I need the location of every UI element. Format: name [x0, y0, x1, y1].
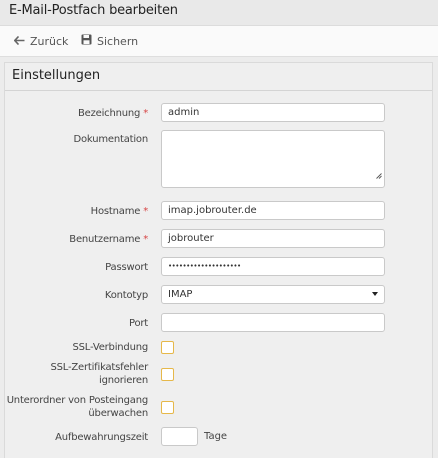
port-label: Port	[128, 318, 148, 329]
dokumentation-label: Dokumentation	[73, 134, 149, 145]
floppy-disk-icon	[81, 34, 97, 48]
settings-panel: Einstellungen Bezeichnung * admin Dokumen…	[4, 62, 433, 458]
bezeichnung-label: Bezeichnung *	[78, 107, 148, 120]
hostname-input[interactable]: imap.jobrouter.de	[161, 201, 385, 220]
ssl-checkbox[interactable]	[161, 341, 174, 354]
benutzername-label: Benutzername *	[69, 233, 148, 246]
ssl-cert-label: SSL-Zertifikatsfehler ignorieren	[50, 361, 148, 387]
subfolder-label: Unterordner von Posteingang überwachen	[6, 394, 149, 420]
dokumentation-textarea[interactable]	[161, 130, 385, 188]
resize-handle-icon[interactable]	[376, 168, 382, 185]
ssl-cert-checkbox[interactable]	[161, 368, 174, 381]
hostname-label: Hostname *	[90, 205, 149, 218]
title-bar: E-Mail-Postfach bearbeiten	[0, 0, 438, 26]
panel-title: Einstellungen	[12, 68, 101, 83]
kontotyp-value: IMAP	[168, 289, 193, 300]
ssl-cert-label-line1: SSL-Zertifikatsfehler	[50, 362, 148, 373]
required-marker: *	[143, 108, 148, 119]
bezeichnung-input[interactable]: admin	[161, 103, 385, 122]
subfolder-label-line1: Unterordner von Posteingang	[6, 395, 149, 406]
aufbewahrung-input[interactable]	[161, 427, 198, 446]
benutzername-label-text: Benutzername	[69, 234, 141, 245]
port-input[interactable]	[161, 313, 385, 332]
passwort-input[interactable]: ••••••••••••••••••••	[161, 257, 385, 276]
save-button[interactable]: Sichern	[81, 26, 138, 56]
bezeichnung-label-text: Bezeichnung	[77, 108, 141, 119]
back-button[interactable]: Zurück	[13, 26, 69, 56]
aufbewahrung-label: Aufbewahrungszeit	[55, 432, 148, 443]
arrow-left-icon	[13, 35, 30, 48]
required-marker: *	[143, 206, 148, 217]
toolbar: Zurück Sichern	[0, 26, 438, 57]
subfolder-checkbox[interactable]	[161, 401, 174, 414]
ssl-label: SSL-Verbindung	[72, 342, 149, 353]
panel-header: Einstellungen	[5, 63, 432, 91]
aufbewahrung-unit: Tage	[204, 431, 228, 442]
save-label: Sichern	[97, 34, 139, 48]
passwort-label: Passwort	[105, 262, 148, 273]
ssl-cert-label-line2: ignorieren	[98, 375, 148, 386]
back-label: Zurück	[30, 34, 69, 48]
kontotyp-label: Kontotyp	[104, 290, 148, 301]
benutzername-input[interactable]: jobrouter	[161, 229, 385, 248]
kontotyp-select[interactable]: IMAP	[161, 285, 385, 304]
hostname-label-text: Hostname	[90, 206, 141, 217]
subfolder-label-line2: überwachen	[88, 408, 148, 419]
required-marker: *	[143, 234, 148, 245]
window-title: E-Mail-Postfach bearbeiten	[9, 3, 178, 18]
dropdown-caret-icon	[372, 292, 378, 296]
